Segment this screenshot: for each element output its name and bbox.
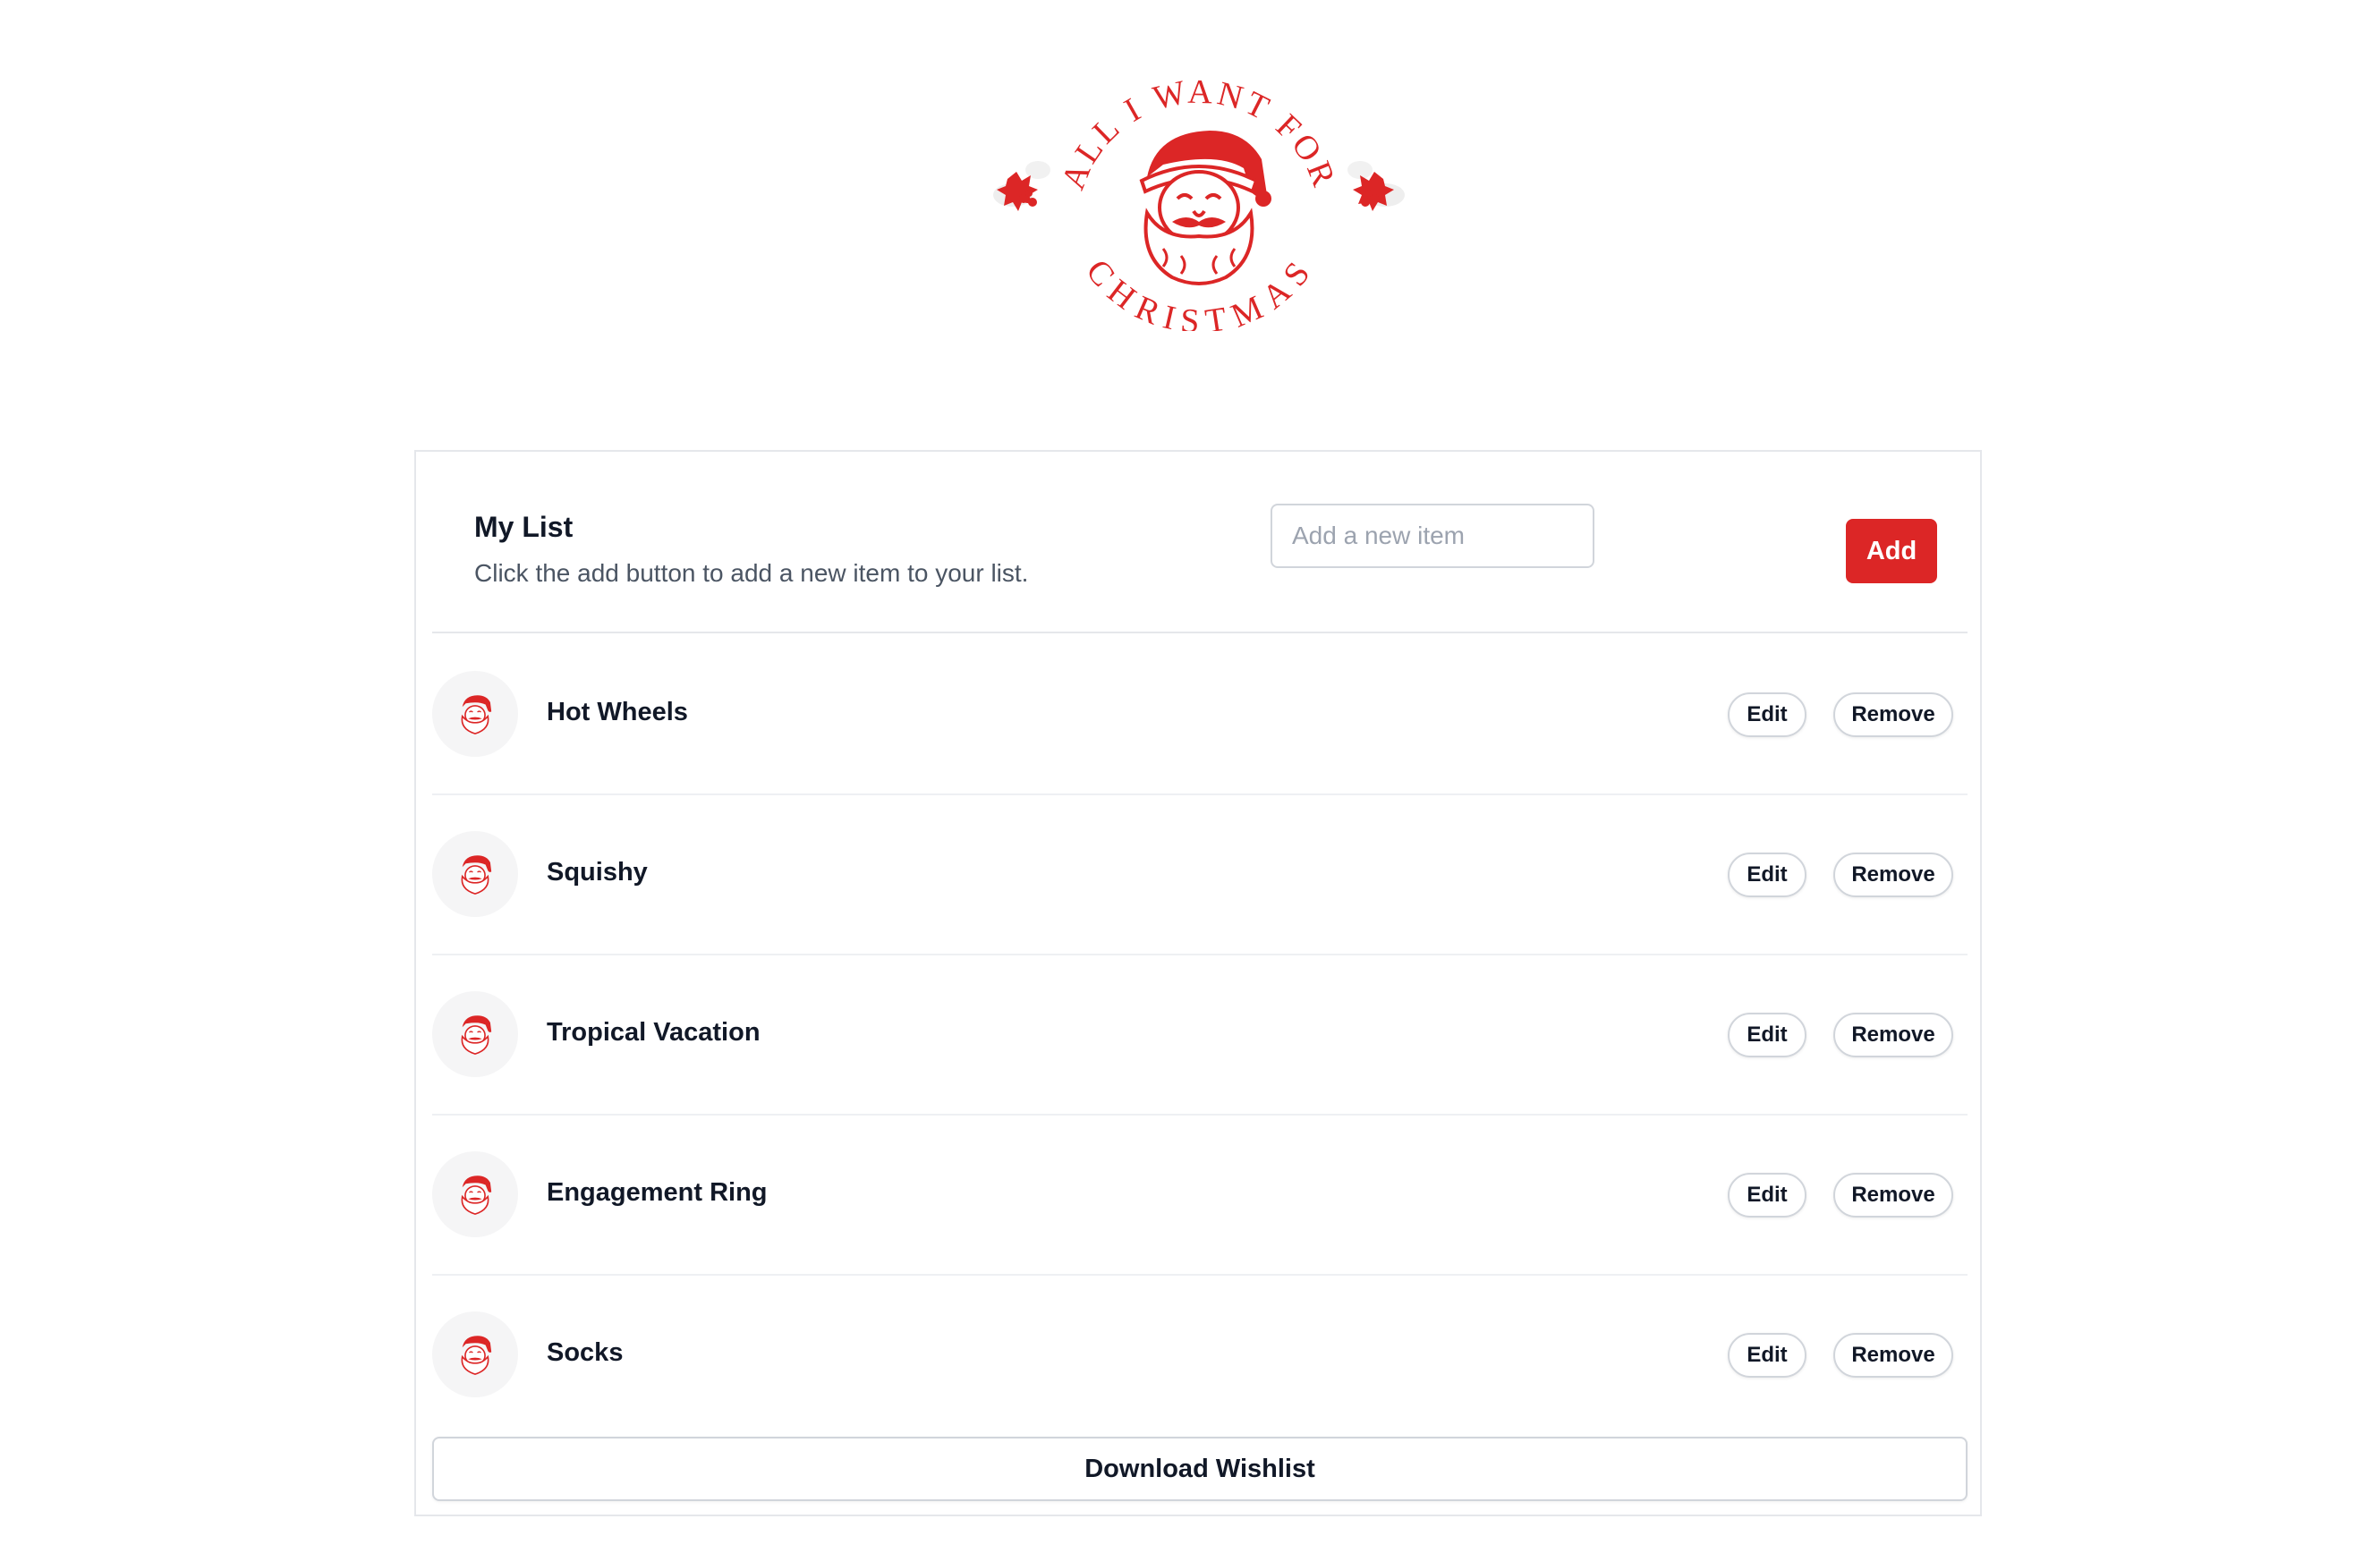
item-name: Hot Wheels [547,698,688,726]
santa-icon [461,1336,492,1375]
list-item: Socks Edit Remove [432,1276,1968,1436]
remove-button[interactable]: Remove [1833,1013,1953,1057]
avatar [432,1311,518,1397]
add-button[interactable]: Add [1846,519,1937,583]
santa-icon [461,695,492,734]
page-subtitle: Click the add button to add a new item t… [474,559,1029,587]
edit-button[interactable]: Edit [1728,692,1806,737]
list-item: Tropical Vacation Edit Remove [432,955,1968,1116]
avatar [432,831,518,917]
remove-button[interactable]: Remove [1833,692,1953,737]
santa-icon [461,1015,492,1055]
logo: ALL I WANT FOR CHRISTMAS [975,45,1423,331]
download-wishlist-button[interactable]: Download Wishlist [432,1437,1968,1501]
item-name: Squishy [547,858,648,887]
santa-icon [1139,131,1271,285]
item-name: Socks [547,1338,624,1367]
santa-icon [461,1175,492,1215]
card-header: My List Click the add button to add a ne… [432,452,1968,633]
edit-button[interactable]: Edit [1728,1333,1806,1378]
avatar [432,671,518,757]
page-title: My List [474,511,574,543]
edit-button[interactable]: Edit [1728,1013,1806,1057]
new-item-input[interactable] [1271,504,1594,568]
edit-button[interactable]: Edit [1728,1173,1806,1218]
remove-button[interactable]: Remove [1833,853,1953,897]
list-item: Hot Wheels Edit Remove [432,635,1968,795]
wishlist-card: My List Click the add button to add a ne… [414,450,1982,1516]
holly-left-icon [993,161,1050,211]
item-name: Engagement Ring [547,1178,768,1207]
item-list: Hot Wheels Edit Remove Squishy Edit Remo… [432,635,1968,1436]
logo-graphic: ALL I WANT FOR CHRISTMAS [993,73,1405,331]
list-item: Engagement Ring Edit Remove [432,1116,1968,1276]
avatar [432,991,518,1077]
remove-button[interactable]: Remove [1833,1173,1953,1218]
item-name: Tropical Vacation [547,1018,761,1047]
holly-right-icon [1347,161,1405,211]
edit-button[interactable]: Edit [1728,853,1806,897]
list-item: Squishy Edit Remove [432,795,1968,955]
santa-icon [461,855,492,895]
avatar [432,1151,518,1237]
remove-button[interactable]: Remove [1833,1333,1953,1378]
